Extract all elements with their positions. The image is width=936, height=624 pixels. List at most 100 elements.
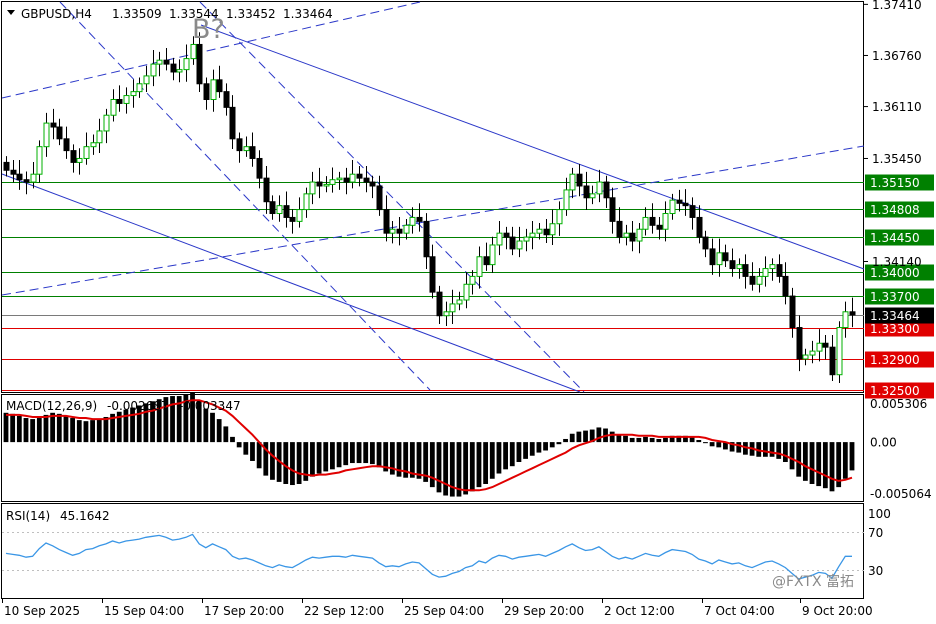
chart-svg: 1.351501.348081.344501.340001.337001.333… [1, 0, 934, 618]
level-label-1: 1.34808 [870, 203, 920, 217]
candle-body-95 [636, 228, 643, 242]
candle-body-79 [529, 232, 536, 238]
macd-bar-50 [336, 442, 342, 468]
macd-bar-69 [463, 442, 469, 495]
candle-body-100 [669, 199, 676, 215]
rsi-tick-label-0: 100 [868, 507, 891, 521]
macd-bar-92 [616, 434, 622, 443]
candle-body-44 [296, 209, 303, 222]
macd-bar-79 [529, 442, 535, 456]
candle-body-31 [210, 79, 217, 100]
level-label-5: 1.33300 [870, 322, 920, 336]
x-tick-label-1: 15 Sep 04:00 [104, 604, 184, 618]
candle-body-92 [616, 220, 623, 238]
candle-body-22 [150, 63, 157, 77]
macd-bar-97 [649, 437, 655, 443]
macd-bar-11 [76, 420, 82, 443]
candle-body-120 [802, 354, 809, 360]
candle-body-59 [396, 228, 403, 234]
candle-body-71 [476, 256, 483, 277]
header-symbol: GBPUSD,H4 [21, 7, 92, 21]
macd-bar-89 [596, 427, 602, 443]
candle-body-45 [303, 193, 310, 211]
candle-body-98 [656, 224, 663, 230]
candle-body-64 [429, 256, 436, 293]
candle-body-62 [416, 216, 423, 222]
macd-bar-1 [10, 413, 16, 443]
candle-body-73 [489, 244, 496, 266]
candle-body-20 [136, 83, 143, 93]
candle-body-119 [796, 327, 803, 360]
macd-bar-117 [782, 442, 788, 463]
candle-body-108 [722, 252, 729, 262]
macd-bar-33 [223, 426, 229, 443]
candle-body-43 [289, 216, 296, 222]
macd-bar-85 [569, 433, 575, 443]
candle-body-117 [782, 275, 789, 297]
candle-body-2 [16, 173, 23, 181]
macd-bar-99 [663, 437, 668, 443]
candle-body-40 [269, 201, 276, 215]
candle-body-91 [609, 197, 616, 222]
candle-body-42 [283, 205, 290, 218]
candle-body-111 [742, 264, 749, 277]
macd-bar-78 [523, 442, 528, 459]
macd-bar-44 [296, 442, 302, 484]
candle-body-97 [649, 216, 656, 226]
macd-bar-105 [703, 442, 708, 444]
candle-body-99 [662, 213, 669, 230]
candle-body-83 [556, 209, 563, 225]
macd-bar-121 [809, 442, 815, 484]
macd-bar-65 [436, 442, 442, 493]
candle-body-53 [356, 173, 363, 179]
macd-bar-119 [796, 442, 802, 477]
macd-bar-91 [609, 431, 615, 443]
candle-body-103 [689, 205, 696, 218]
macd-bar-62 [416, 442, 422, 479]
macd-bar-83 [556, 442, 562, 445]
candle-body-72 [483, 256, 490, 266]
candle-body-48 [323, 183, 330, 187]
macd-bar-6 [43, 414, 49, 443]
candle-body-81 [543, 228, 550, 236]
header-close: 1.33464 [283, 7, 333, 21]
level-label-7: 1.32500 [870, 384, 920, 398]
rsi-value: 45.1642 [60, 509, 110, 523]
candle-body-24 [163, 59, 170, 65]
candle-body-80 [536, 228, 543, 234]
macd-bar-38 [256, 442, 262, 469]
candle-body-25 [170, 63, 177, 73]
candle-body-63 [423, 220, 430, 258]
x-tick-label-8: 9 Oct 20:00 [802, 604, 873, 618]
candle-body-122 [816, 342, 823, 352]
candle-body-94 [629, 232, 636, 242]
candle-body-29 [196, 43, 203, 85]
candle-body-6 [43, 122, 50, 148]
macd-bar-82 [549, 442, 555, 448]
macd-bar-31 [210, 412, 215, 443]
candle-body-18 [123, 95, 130, 104]
price-pane-frame [1, 1, 864, 393]
macd-bar-81 [543, 442, 548, 451]
candle-body-126 [842, 311, 849, 329]
candle-body-87 [583, 185, 590, 199]
x-tick-label-5: 29 Sep 20:00 [504, 604, 584, 618]
candle-body-38 [256, 157, 263, 179]
macd-bar-34 [230, 436, 235, 443]
macd-bar-52 [349, 442, 355, 464]
macd-bar-126 [842, 442, 848, 479]
candle-body-28 [190, 43, 197, 60]
candle-body-109 [729, 260, 736, 270]
macd-bar-95 [636, 437, 642, 443]
candle-body-69 [463, 283, 470, 301]
macd-tick-label-1: 0.00 [870, 436, 897, 450]
candle-body-61 [409, 216, 416, 226]
header-low: 1.33452 [226, 7, 276, 21]
macd-bar-13 [90, 420, 95, 443]
candle-body-123 [822, 342, 829, 348]
candle-body-7 [50, 122, 57, 128]
candle-body-39 [263, 177, 270, 203]
macd-bar-0 [3, 412, 9, 443]
macd-bar-76 [509, 442, 515, 467]
macd-bar-98 [656, 438, 662, 443]
